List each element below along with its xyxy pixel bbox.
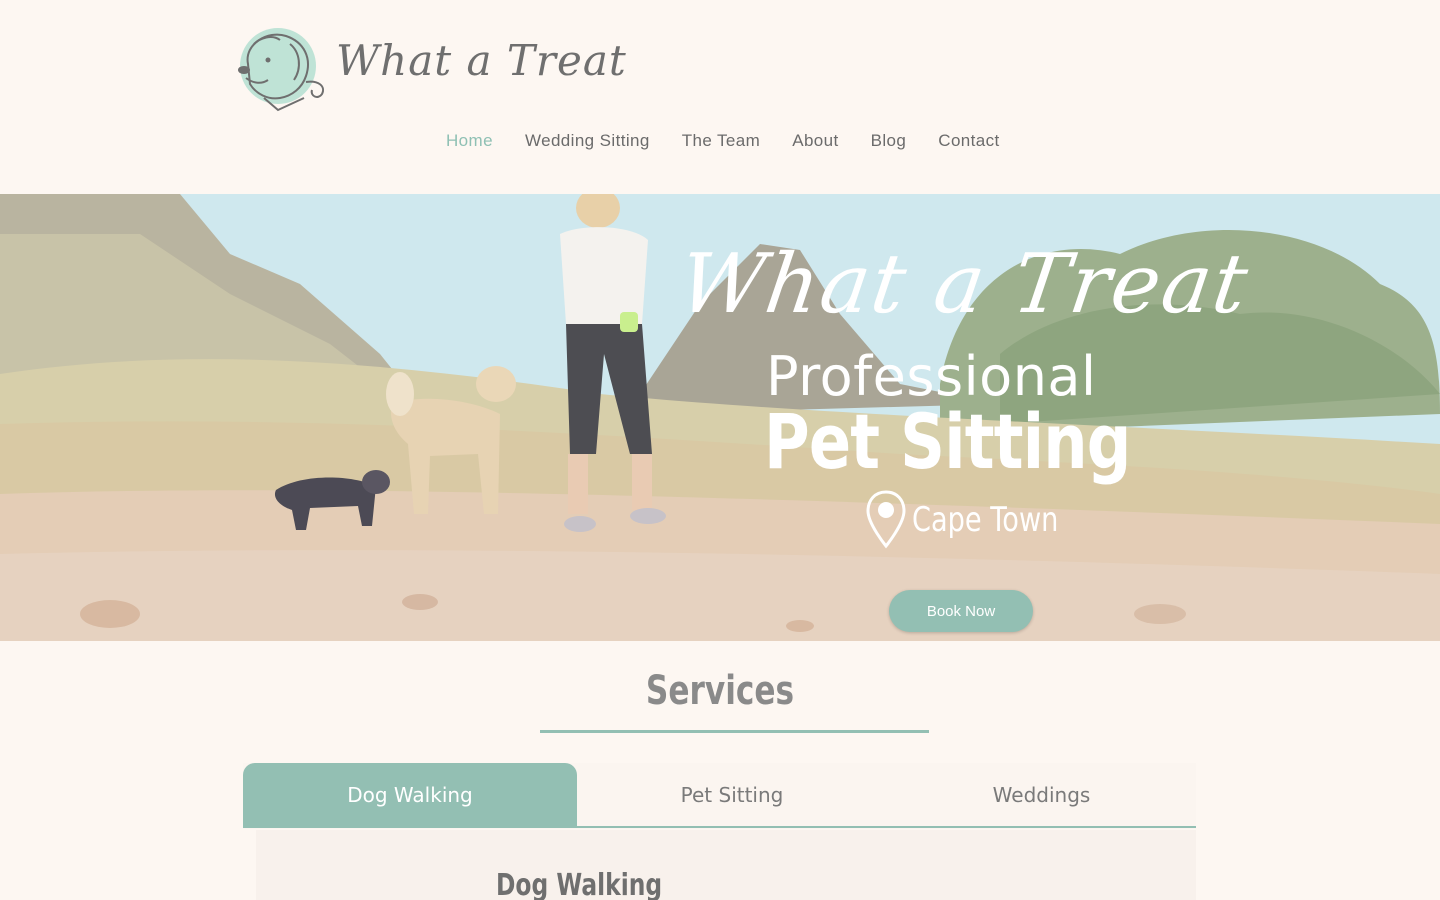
main-nav: Home Wedding Sitting The Team About Blog… — [430, 128, 1016, 154]
tab-panel — [256, 830, 1196, 900]
site-header: What a Treat Home Wedding Sitting The Te… — [0, 0, 1440, 194]
nav-item-about[interactable]: About — [776, 128, 854, 154]
hero-script-title: What a Treat — [673, 237, 1255, 332]
dog-head-icon — [238, 28, 324, 112]
nav-item-wedding-sitting[interactable]: Wedding Sitting — [509, 128, 666, 154]
hero-banner: What a Treat Professional Pet Sitting Ca… — [0, 194, 1440, 641]
tab-dog-walking[interactable]: Dog Walking — [243, 763, 577, 827]
location-text: Cape Town — [912, 500, 1059, 540]
map-pin-icon — [866, 490, 906, 549]
tabs-underline — [243, 826, 1196, 828]
nav-item-the-team[interactable]: The Team — [666, 128, 776, 154]
hero-location: Cape Town — [866, 490, 1095, 550]
services-title: Services — [645, 668, 795, 714]
services-tabs: Dog Walking Pet Sitting Weddings — [243, 763, 1196, 829]
hero-line-professional: Professional — [766, 345, 1097, 408]
nav-item-contact[interactable]: Contact — [922, 128, 1015, 154]
nav-item-blog[interactable]: Blog — [855, 128, 923, 154]
tab-weddings[interactable]: Weddings — [887, 763, 1196, 827]
panel-heading: Dog Walking — [496, 868, 663, 900]
book-now-button[interactable]: Book Now — [889, 590, 1033, 632]
tab-pet-sitting[interactable]: Pet Sitting — [577, 763, 887, 827]
hero-line-pet-sitting: Pet Sitting — [764, 397, 1131, 486]
nav-item-home[interactable]: Home — [430, 128, 509, 154]
brand-wordmark: What a Treat — [336, 36, 627, 85]
site-logo[interactable]: What a Treat — [234, 24, 626, 114]
services-divider — [540, 730, 929, 733]
